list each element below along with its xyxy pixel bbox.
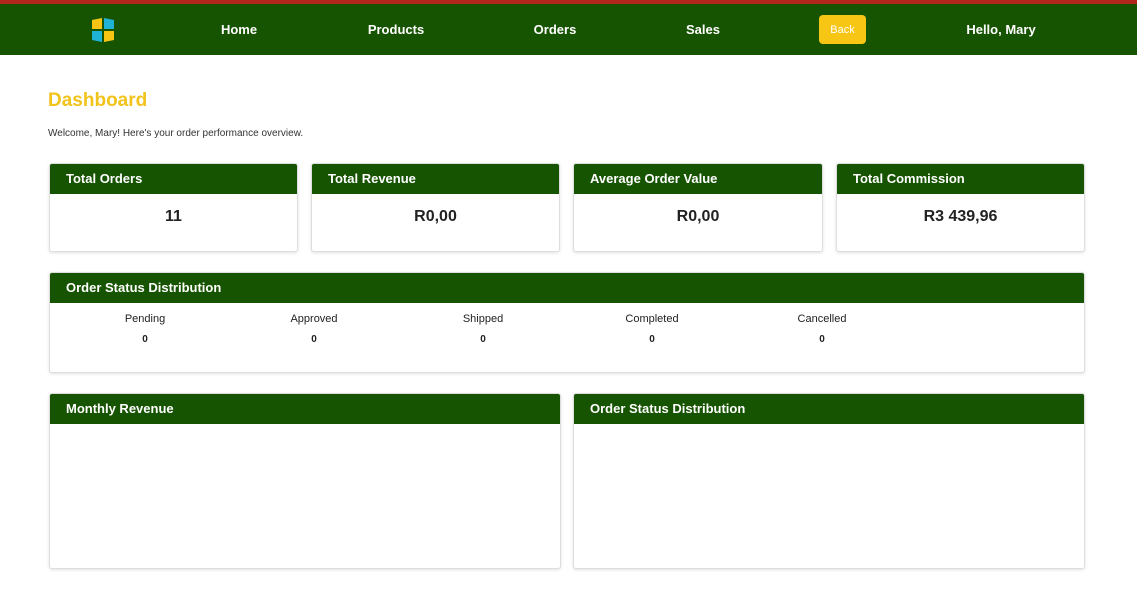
stat-card-total-commission: Total Commission R3 439,96: [836, 163, 1085, 252]
status-count: 0: [311, 334, 317, 345]
back-button[interactable]: Back: [819, 15, 866, 44]
status-label: Cancelled: [797, 313, 847, 325]
status-pending: Pending 0: [85, 313, 205, 345]
stat-card-value: R3 439,96: [923, 208, 998, 225]
page-title: Dashboard: [48, 90, 148, 111]
nav-home-link[interactable]: Home: [221, 4, 257, 55]
stat-card-title: Total Commission: [837, 164, 1084, 194]
status-completed: Completed 0: [592, 313, 712, 345]
status-count: 0: [142, 334, 148, 345]
stat-card-total-revenue: Total Revenue R0,00: [311, 163, 560, 252]
status-count: 0: [819, 334, 825, 345]
status-shipped: Shipped 0: [423, 313, 543, 345]
status-cancelled: Cancelled 0: [762, 313, 882, 345]
nav-orders-link[interactable]: Orders: [534, 4, 577, 55]
order-status-title: Order Status Distribution: [50, 273, 1084, 303]
navbar: Home Products Orders Sales Back Hello, M…: [0, 4, 1137, 55]
monthly-revenue-chart: [50, 424, 560, 568]
stat-card-average-order-value: Average Order Value R0,00: [573, 163, 823, 252]
status-label: Shipped: [462, 313, 504, 325]
stat-card-value: R0,00: [676, 208, 720, 225]
status-row: Pending 0 Approved 0 Shipped 0 Completed…: [50, 303, 1084, 372]
status-label: Approved: [290, 313, 338, 325]
order-status-distribution-card: Order Status Distribution Pending 0 Appr…: [49, 272, 1085, 373]
user-greeting[interactable]: Hello, Mary: [966, 4, 1035, 55]
monthly-revenue-title: Monthly Revenue: [50, 394, 560, 424]
nav-products-link[interactable]: Products: [368, 4, 424, 55]
stat-card-title: Average Order Value: [574, 164, 822, 194]
order-status-chart-title: Order Status Distribution: [574, 394, 1084, 424]
stat-card-value: R0,00: [414, 208, 457, 225]
monthly-revenue-card: Monthly Revenue: [49, 393, 561, 569]
order-status-chart: [574, 424, 1084, 568]
welcome-text: Welcome, Mary! Here's your order perform…: [48, 128, 304, 139]
brand-logo-icon[interactable]: [91, 17, 115, 43]
status-label: Completed: [625, 313, 679, 325]
stat-card-total-orders: Total Orders 11: [49, 163, 298, 252]
status-approved: Approved 0: [254, 313, 374, 345]
order-status-chart-card: Order Status Distribution: [573, 393, 1085, 569]
status-count: 0: [480, 334, 486, 345]
stat-card-title: Total Orders: [50, 164, 297, 194]
nav-sales-link[interactable]: Sales: [686, 4, 720, 55]
stat-card-value: 11: [165, 208, 182, 225]
status-count: 0: [649, 334, 655, 345]
stat-card-title: Total Revenue: [312, 164, 559, 194]
status-label: Pending: [124, 313, 166, 325]
